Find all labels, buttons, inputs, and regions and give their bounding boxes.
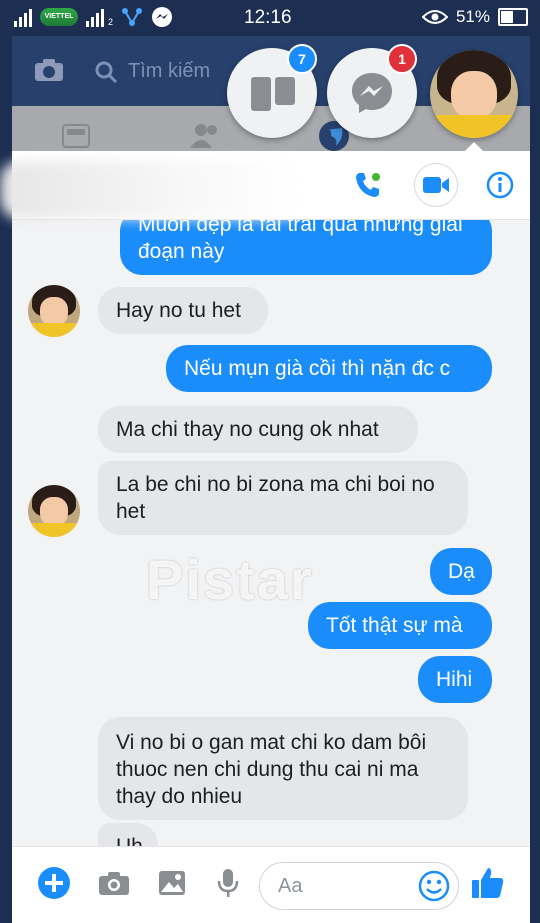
- messenger-count-badge: 1: [387, 44, 417, 74]
- message-list[interactable]: Muốn đẹp là fai trải qua những giai đoạn…: [12, 219, 530, 846]
- message-incoming: Hay no tu het: [98, 287, 268, 334]
- info-icon: [486, 171, 514, 199]
- message-incoming: Vi no bi o gan mat chi ko dam bôi thuoc …: [98, 717, 468, 820]
- message-composer: Aa: [12, 846, 530, 923]
- message-outgoing: Dạ: [430, 548, 492, 595]
- message-outgoing: Nếu mụn già cồi thì nặn đc c: [166, 345, 492, 392]
- gallery-button[interactable]: [152, 863, 192, 903]
- messenger-icon: [352, 73, 392, 113]
- phone-icon: [356, 173, 380, 197]
- clock: 12:16: [244, 7, 292, 28]
- emoji-icon[interactable]: [418, 870, 450, 902]
- thumbs-up-icon: [472, 868, 504, 898]
- contact-avatar: [28, 285, 80, 337]
- eye-icon: [421, 10, 448, 24]
- message-incoming: Ma chi thay no cung ok nhat: [98, 406, 418, 453]
- microphone-icon: [217, 869, 239, 897]
- video-camera-icon: [423, 177, 449, 193]
- carrier-logo: VIETTEL: [40, 8, 78, 26]
- pages-count-badge: 7: [287, 44, 317, 74]
- messenger-notification-icon: [152, 7, 173, 27]
- search-input[interactable]: Tìm kiếm: [128, 60, 210, 83]
- signal-icon-2: 2: [86, 7, 113, 27]
- message-outgoing: Tốt thật sự mà: [308, 602, 492, 649]
- message-outgoing: Hihi: [418, 656, 492, 703]
- battery-percent: 51%: [455, 7, 490, 26]
- conversation-header: [0, 151, 530, 220]
- voice-message-button[interactable]: [208, 863, 248, 903]
- info-button[interactable]: [480, 165, 520, 205]
- messenger-chat-head[interactable]: 1: [327, 44, 417, 138]
- message-outgoing: Muốn đẹp là fai trải qua những giai đoạn…: [120, 219, 492, 275]
- message-incoming: La be chi no bi zona ma chi boi no het: [98, 461, 468, 535]
- news-feed-icon[interactable]: [62, 124, 90, 148]
- sim-label: 2: [108, 17, 114, 27]
- status-bar: VIETTEL 2 12:16 51%: [0, 0, 540, 34]
- plus-icon: [38, 867, 70, 899]
- conversation-panel: Muốn đẹp là fai trải qua những giai đoạn…: [0, 151, 530, 923]
- message-input-placeholder: Aa: [278, 875, 303, 897]
- battery-icon: [498, 8, 528, 26]
- pages-icon: [251, 77, 295, 111]
- camera-icon[interactable]: [34, 58, 64, 82]
- search-icon[interactable]: [94, 60, 118, 84]
- contact-name-redacted: [0, 161, 300, 219]
- network-share-icon: [122, 8, 143, 26]
- signal-icon: [14, 7, 32, 27]
- contact-avatar: [28, 485, 80, 537]
- message-incoming: Uh: [98, 823, 158, 846]
- voice-call-button[interactable]: [348, 165, 388, 205]
- image-icon: [159, 871, 185, 895]
- contact-chat-head-avatar[interactable]: [430, 50, 518, 138]
- like-button[interactable]: [468, 863, 508, 903]
- camera-button[interactable]: [94, 863, 134, 903]
- friends-icon[interactable]: [190, 122, 222, 148]
- message-input[interactable]: Aa: [259, 862, 459, 910]
- watermark: Pistar: [146, 548, 314, 611]
- camera-icon: [99, 872, 129, 895]
- more-actions-button[interactable]: [34, 863, 74, 903]
- video-call-button[interactable]: [414, 163, 458, 207]
- pages-chat-head[interactable]: 7: [227, 44, 317, 138]
